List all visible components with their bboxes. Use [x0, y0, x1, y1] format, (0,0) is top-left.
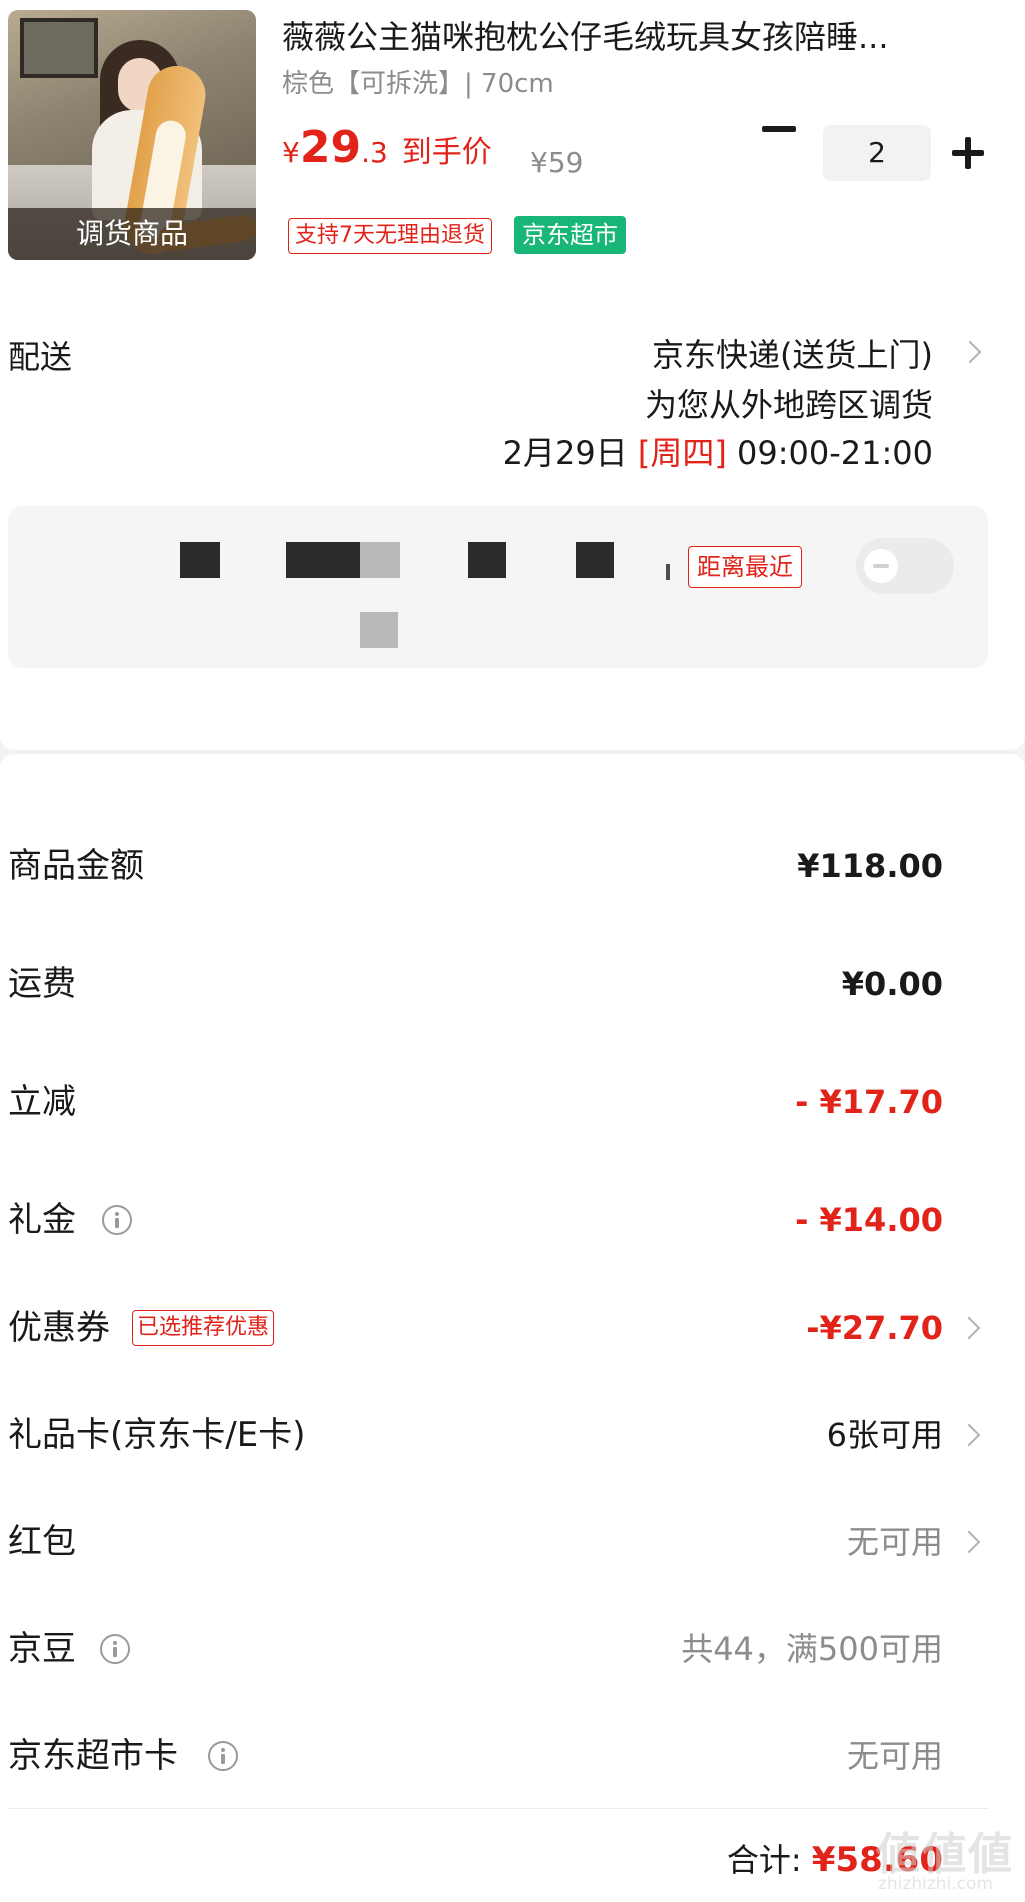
product-title[interactable]: 薇薇公主猫咪抱枕公仔毛绒玩具女孩陪睡... [282, 12, 982, 58]
delivery-date: 2月29日 [502, 434, 628, 472]
total-label: 合计: [726, 1841, 802, 1879]
fee-value: 6张可用 [826, 1416, 943, 1454]
quantity-input[interactable]: 2 [823, 125, 931, 181]
delivery-method[interactable]: 京东快递(送货上门) [652, 330, 933, 376]
fee-row-supermarket-card: 京东超市卡 无可用 [0, 1726, 1025, 1786]
fee-label: 礼品卡(京东卡/E卡) [8, 1415, 306, 1455]
price-decimal: .3 [361, 136, 388, 169]
redacted-block [286, 542, 360, 578]
delivery-time-range: 09:00-21:00 [737, 434, 933, 472]
plus-icon[interactable] [952, 137, 984, 169]
fee-row-instant-discount: 立减 - ¥17.70 [0, 1072, 1025, 1132]
fee-label: 京东超市卡 [8, 1736, 178, 1776]
fee-label: 优惠券 [8, 1308, 110, 1348]
fee-value: 共44，满500可用 [681, 1630, 943, 1668]
thumbnail-label: 调货商品 [8, 208, 256, 260]
fee-label: 立减 [8, 1082, 76, 1122]
watermark-logo: 値値値 [876, 1829, 1014, 1880]
delivery-label: 配送 [8, 338, 73, 376]
toggle-knob [864, 549, 898, 583]
watermark-url: zhizhizhi.com [878, 1874, 993, 1894]
bottom-divider [8, 1808, 988, 1809]
price-tag: 到手价 [401, 135, 492, 170]
return-policy-badge: 支持7天无理由退货 [288, 218, 492, 254]
pickup-toggle[interactable] [856, 538, 954, 594]
product-spec[interactable]: 棕色【可拆洗】| 70cm [282, 63, 554, 100]
site-watermark: 値値値 zhizhizhi.com [872, 1818, 1020, 1898]
fee-label: 礼金 [8, 1200, 76, 1240]
fee-row-coupon[interactable]: 优惠券 已选推荐优惠 -¥27.70 [0, 1298, 1025, 1358]
fee-value: - ¥17.70 [795, 1083, 943, 1121]
fee-value: ¥0.00 [841, 965, 943, 1003]
info-icon[interactable] [100, 1634, 130, 1664]
delivery-time[interactable]: 2月29日 [周四] 09:00-21:00 [503, 428, 933, 474]
delivery-note: 为您从外地跨区调货 [644, 386, 933, 424]
coupon-recommended-tag: 已选推荐优惠 [132, 1310, 275, 1346]
fee-label: 商品金额 [8, 846, 144, 886]
thumbnail-picture-frame [20, 18, 98, 78]
fee-label: 京豆 [8, 1629, 76, 1669]
fee-value: -¥27.70 [806, 1309, 943, 1347]
fee-value: ¥118.00 [797, 847, 943, 885]
info-icon[interactable] [208, 1741, 238, 1771]
chevron-right-icon[interactable] [957, 1530, 981, 1554]
price-currency: ¥ [282, 136, 300, 169]
fee-label: 红包 [8, 1522, 76, 1562]
chevron-right-icon[interactable] [957, 1423, 981, 1447]
product-thumbnail[interactable]: 调货商品 [8, 10, 256, 260]
fee-row-red-packet[interactable]: 红包 无可用 [0, 1512, 1025, 1572]
fee-value: - ¥14.00 [795, 1201, 943, 1239]
delivery-weekday: [周四] [637, 434, 727, 472]
jd-supermarket-badge: 京东超市 [514, 216, 626, 254]
redacted-block [576, 542, 614, 578]
redacted-block [666, 564, 670, 580]
fee-row-gift-money: 礼金 - ¥14.00 [0, 1190, 1025, 1250]
fee-value: 无可用 [846, 1737, 943, 1775]
chevron-right-icon[interactable] [957, 1316, 981, 1340]
price: ¥29.3 到手价 [282, 122, 492, 173]
minus-icon[interactable] [762, 126, 796, 132]
nearest-tag: 距离最近 [688, 546, 802, 588]
fee-label: 运费 [8, 964, 76, 1004]
redacted-block [360, 612, 398, 648]
info-icon[interactable] [102, 1205, 132, 1235]
section-divider [0, 736, 1025, 768]
price-integer: 29 [299, 122, 362, 173]
fee-value: 无可用 [846, 1523, 943, 1561]
fee-row-shipping: 运费 ¥0.00 [0, 954, 1025, 1014]
redacted-block [180, 542, 220, 578]
fee-row-jd-beans: 京豆 共44，满500可用 [0, 1619, 1025, 1679]
fee-row-gift-card[interactable]: 礼品卡(京东卡/E卡) 6张可用 [0, 1405, 1025, 1465]
pickup-option[interactable]: 距离最近 [8, 506, 988, 668]
chevron-right-icon[interactable] [958, 340, 982, 364]
original-price: ¥59 [530, 146, 584, 179]
redacted-block [468, 542, 506, 578]
fee-row-goods-amount: 商品金额 ¥118.00 [0, 836, 1025, 896]
redacted-block [360, 542, 400, 578]
